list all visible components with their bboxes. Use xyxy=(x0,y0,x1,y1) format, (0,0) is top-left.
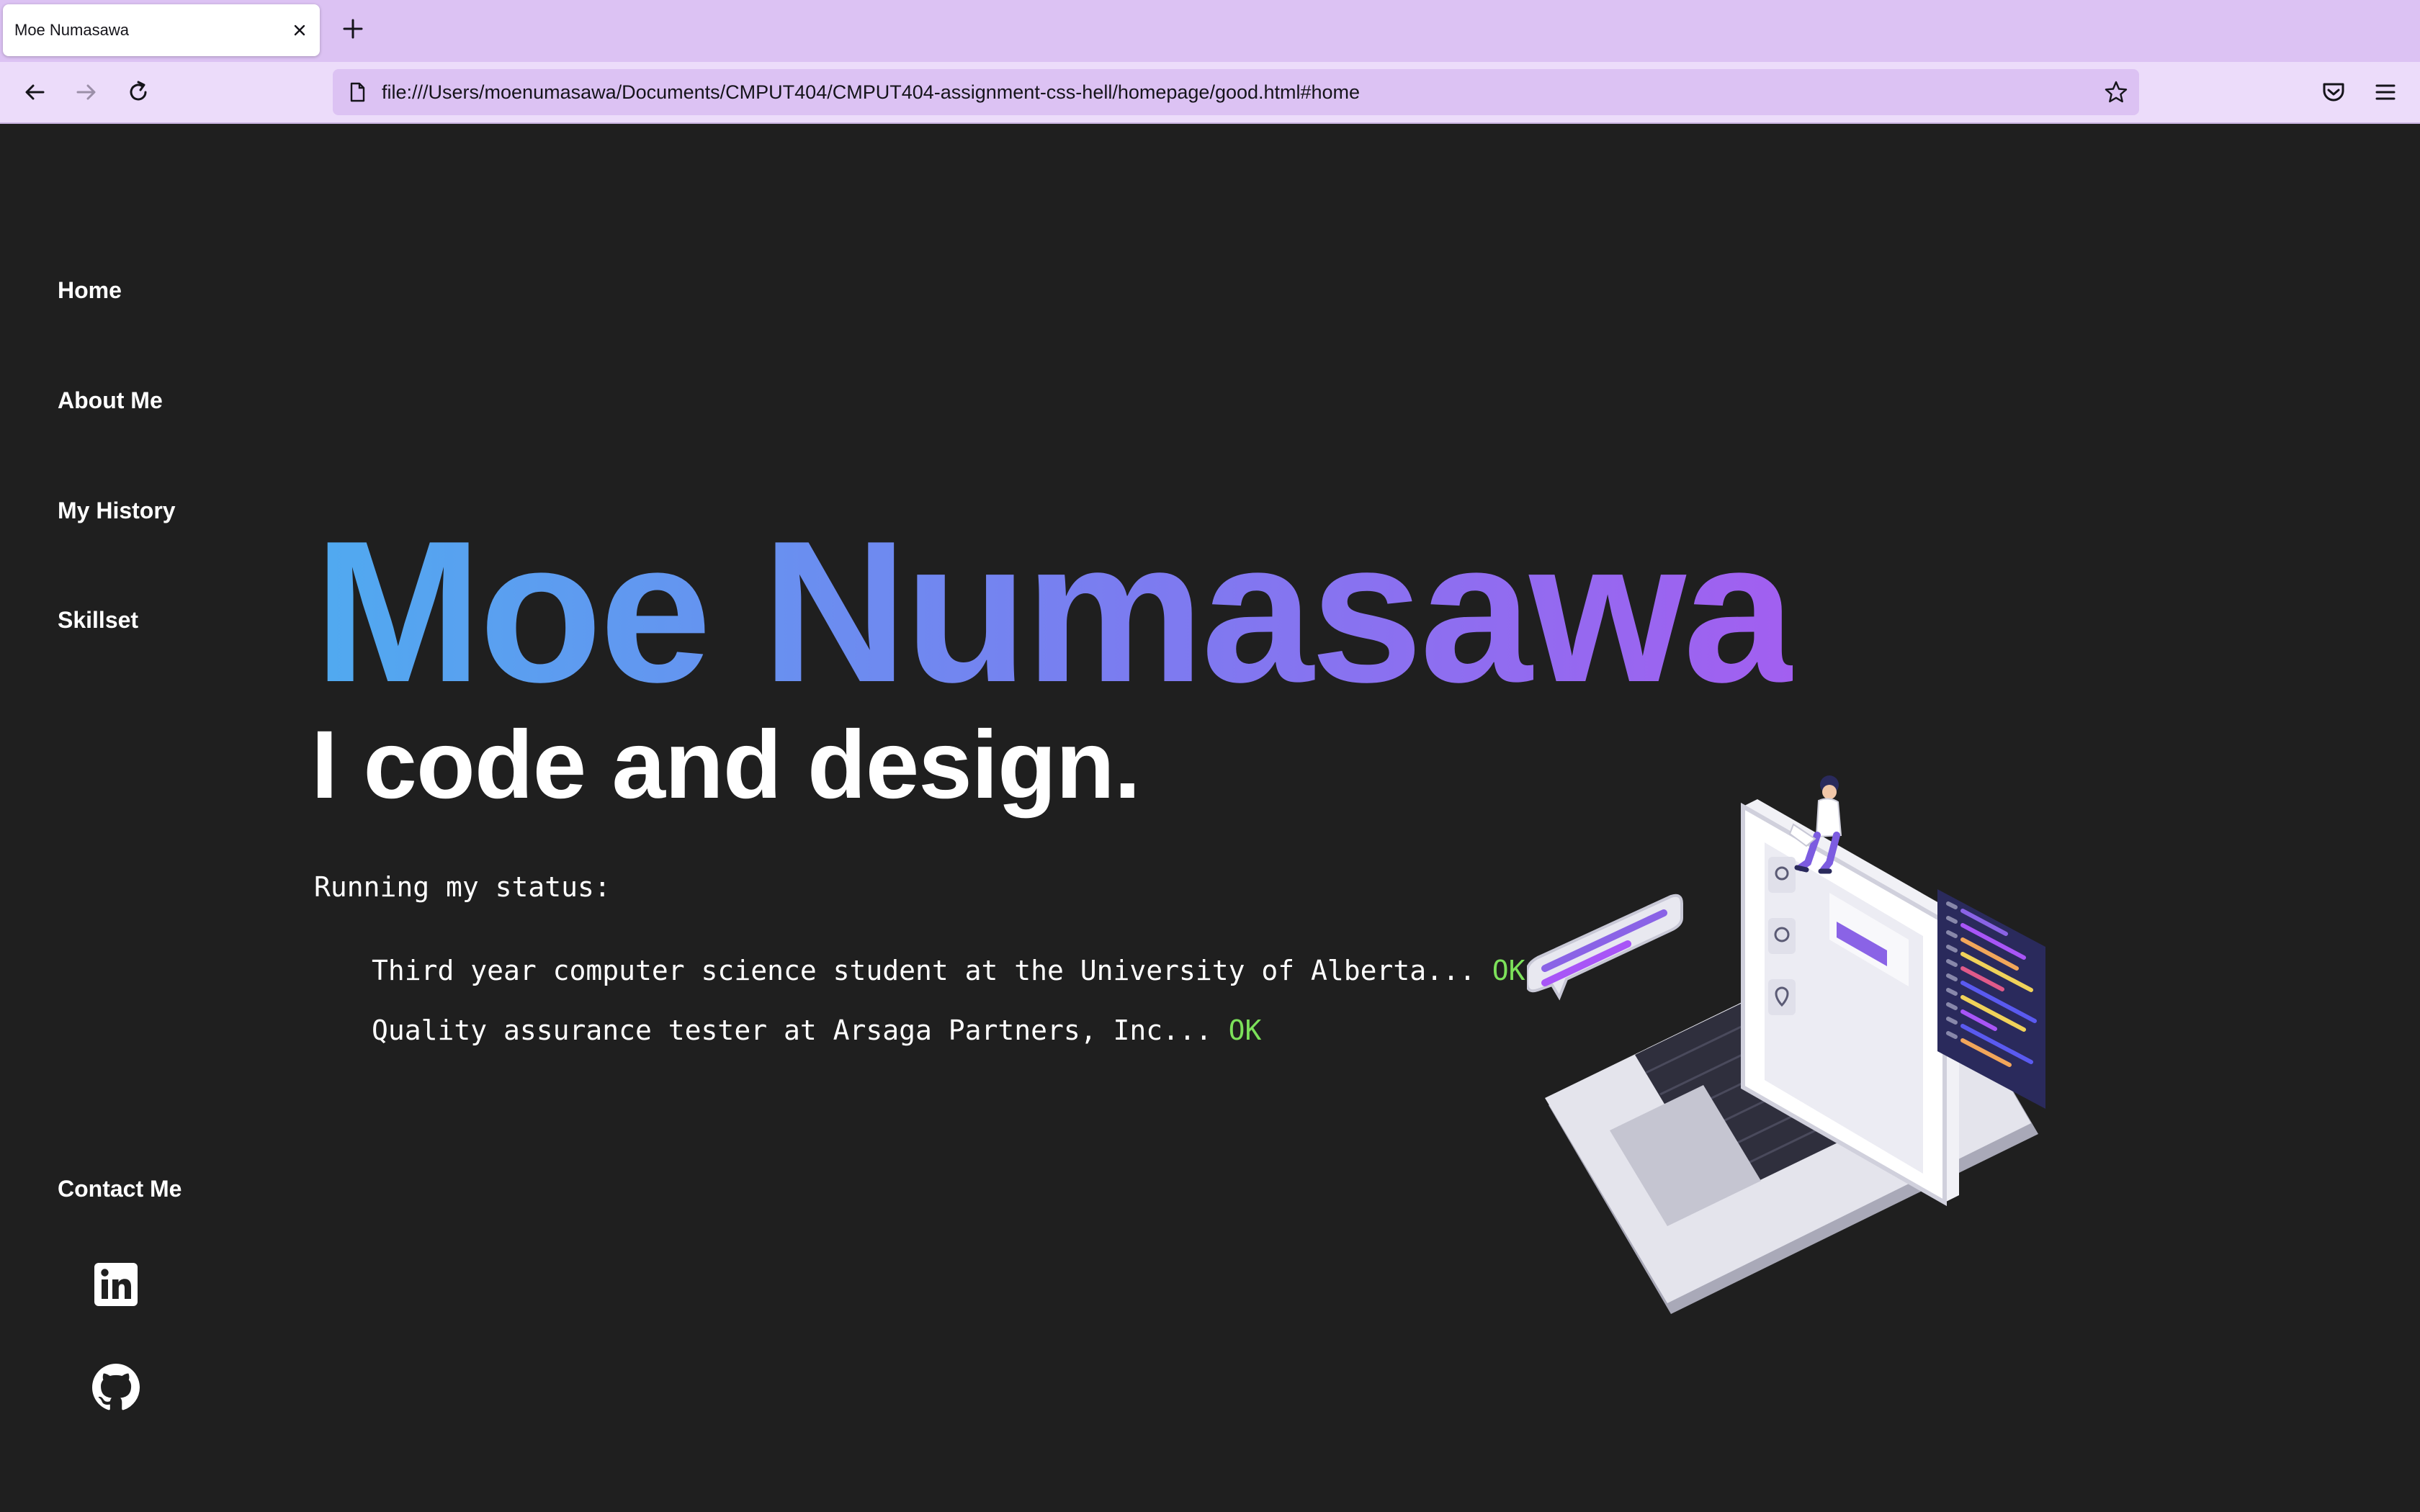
url-text[interactable]: file:///Users/moenumasawa/Documents/CMPU… xyxy=(382,69,1360,115)
tab-title: Moe Numasawa xyxy=(14,21,129,39)
status-line: Third year computer science student at t… xyxy=(372,955,1525,986)
url-bar[interactable]: file:///Users/moenumasawa/Documents/CMPU… xyxy=(333,69,2139,115)
menu-icon[interactable] xyxy=(2370,76,2401,108)
pocket-icon[interactable] xyxy=(2318,76,2349,108)
hero-tagline: I code and design. xyxy=(311,711,1141,819)
nav-about-me[interactable]: About Me xyxy=(58,387,163,414)
nav-my-history[interactable]: My History xyxy=(58,498,176,524)
hero-name: Moe Numasawa xyxy=(314,500,1796,724)
linkedin-icon[interactable] xyxy=(92,1261,140,1308)
status-text: Quality assurance tester at Arsaga Partn… xyxy=(372,1014,1229,1046)
status-line: Quality assurance tester at Arsaga Partn… xyxy=(372,1014,1261,1046)
new-tab-icon[interactable] xyxy=(340,16,366,42)
close-tab-icon[interactable] xyxy=(290,20,310,40)
nav-home[interactable]: Home xyxy=(58,277,122,304)
contact-me-heading: Contact Me xyxy=(58,1176,182,1202)
status-heading: Running my status: xyxy=(314,871,611,903)
browser-tab-bar: Moe Numasawa xyxy=(0,0,2420,62)
status-ok: OK xyxy=(1228,1014,1262,1046)
github-icon[interactable] xyxy=(92,1364,140,1411)
reload-icon[interactable] xyxy=(122,76,154,108)
browser-toolbar: file:///Users/moenumasawa/Documents/CMPU… xyxy=(0,62,2420,124)
status-text: Third year computer science student at t… xyxy=(372,955,1492,986)
nav-skillset[interactable]: Skillset xyxy=(58,607,138,634)
back-arrow-icon[interactable] xyxy=(19,76,50,108)
laptop-illustration xyxy=(1527,775,2045,1314)
bookmark-star-icon[interactable] xyxy=(2103,79,2129,105)
forward-arrow-icon[interactable] xyxy=(71,76,102,108)
page-icon xyxy=(350,82,365,102)
status-ok: OK xyxy=(1492,955,1525,986)
browser-tab-active[interactable]: Moe Numasawa xyxy=(3,4,320,56)
